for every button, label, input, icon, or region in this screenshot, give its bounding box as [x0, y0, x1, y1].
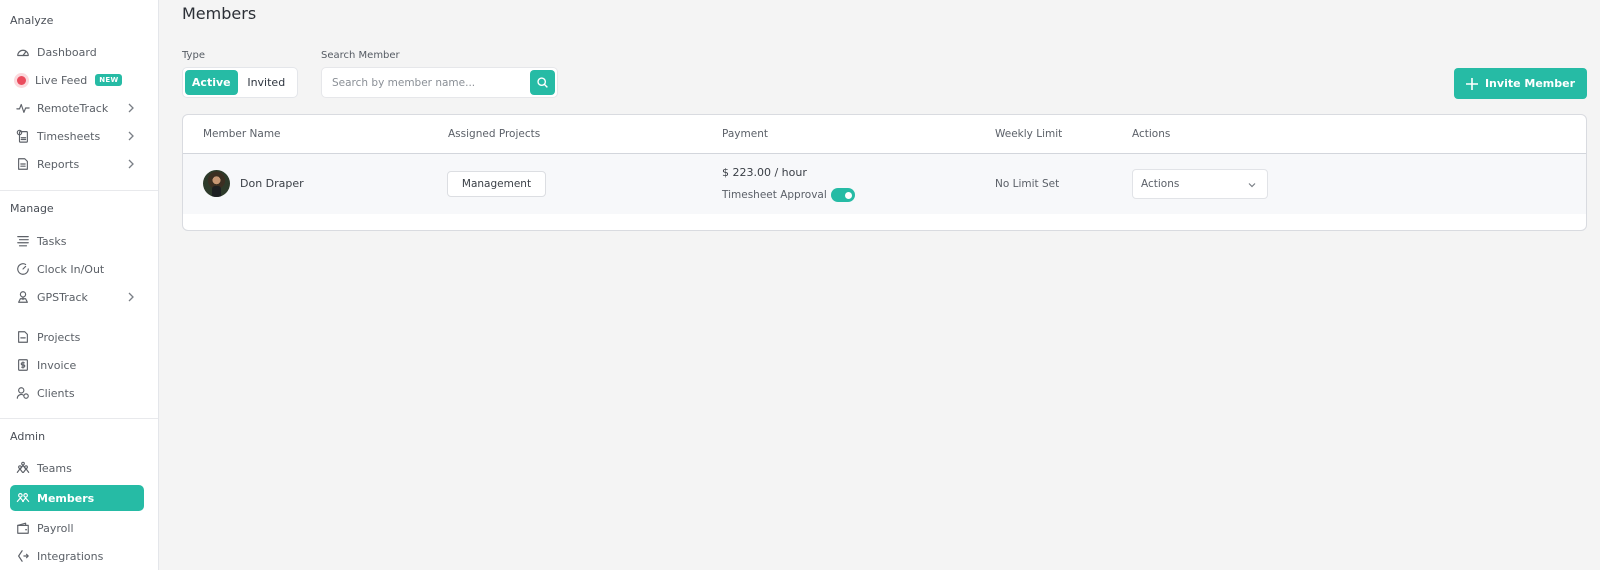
search-box [321, 67, 558, 98]
timesheet-approval-label: Timesheet Approval [722, 189, 827, 201]
sidebar-divider [0, 418, 158, 419]
plus-icon [1465, 77, 1478, 90]
type-active-button[interactable]: Active [185, 70, 238, 95]
sidebar-item-teams[interactable]: Teams [10, 455, 144, 481]
type-toggle: Active Invited [182, 67, 298, 98]
column-header-member-name: Member Name [203, 128, 281, 140]
report-icon [15, 156, 31, 172]
column-header-actions: Actions [1132, 128, 1171, 140]
sidebar-item-reports[interactable]: Reports [10, 151, 144, 177]
sidebar-item-label: Teams [37, 461, 72, 475]
gauge-icon [15, 44, 31, 60]
sidebar-item-label: Timesheets [37, 129, 101, 143]
table-row: Don Draper Management $ 223.00 / hour Ti… [183, 154, 1586, 214]
sidebar-item-label: Members [37, 491, 95, 505]
chevron-right-icon [126, 130, 136, 142]
sidebar-item-payroll[interactable]: Payroll [10, 515, 144, 541]
sidebar-item-label: Live Feed [35, 73, 88, 87]
timesheet-icon [15, 128, 31, 144]
new-badge: NEW [95, 74, 123, 86]
search-label: Search Member [321, 50, 400, 61]
sidebar-item-clients[interactable]: Clients [10, 380, 144, 406]
sidebar-item-invoice[interactable]: Invoice [10, 352, 144, 378]
sidebar-item-members[interactable]: Members [10, 485, 144, 511]
integrations-icon [15, 548, 31, 564]
column-header-payment: Payment [722, 128, 768, 140]
avatar [203, 170, 230, 197]
sidebar-item-label: Reports [37, 157, 80, 171]
sidebar-item-label: Tasks [37, 234, 67, 248]
chevron-right-icon [126, 291, 136, 303]
live-dot-icon [17, 75, 26, 85]
teams-icon [15, 460, 31, 476]
wallet-icon [15, 520, 31, 536]
sidebar-item-clock-in-out[interactable]: Clock In/Out [10, 256, 144, 282]
member-name[interactable]: Don Draper [240, 177, 304, 190]
sidebar-item-label: RemoteTrack [37, 101, 109, 115]
map-pin-icon [15, 289, 31, 305]
project-icon [15, 329, 31, 345]
members-table: Member Name Assigned Projects Payment We… [182, 114, 1587, 231]
members-icon [15, 490, 31, 506]
sidebar-item-label: Integrations [37, 549, 104, 563]
clients-icon [15, 385, 31, 401]
sidebar-item-timesheets[interactable]: Timesheets [10, 123, 144, 149]
sidebar-item-live-feed[interactable]: Live Feed NEW [10, 67, 144, 93]
sidebar: Analyze Dashboard Live Feed NEW RemoteTr… [0, 0, 159, 570]
invoice-icon [15, 357, 31, 373]
timesheet-approval-toggle[interactable] [831, 188, 855, 202]
page-title: Members [182, 4, 257, 23]
sidebar-divider [0, 190, 158, 191]
invite-member-label: Invite Member [1484, 77, 1576, 90]
tasks-icon [15, 233, 31, 249]
sidebar-item-label: Payroll [37, 521, 74, 535]
sidebar-item-dashboard[interactable]: Dashboard [10, 39, 144, 65]
payment-rate: $ 223.00 / hour [722, 166, 807, 179]
section-title-admin: Admin [10, 430, 46, 443]
weekly-limit: No Limit Set [995, 178, 1060, 190]
project-chip[interactable]: Management [447, 171, 546, 197]
sidebar-item-label: GPSTrack [37, 290, 88, 304]
search-input[interactable] [323, 69, 528, 96]
type-invited-button[interactable]: Invited [238, 70, 295, 95]
search-icon [537, 77, 548, 88]
sidebar-item-integrations[interactable]: Integrations [10, 543, 144, 569]
sidebar-item-gpstrack[interactable]: GPSTrack [10, 284, 144, 310]
section-title-analyze: Analyze [10, 14, 54, 27]
invite-member-button[interactable]: Invite Member [1454, 68, 1587, 99]
type-label: Type [182, 50, 205, 61]
sidebar-item-label: Invoice [37, 358, 77, 372]
search-button[interactable] [530, 70, 555, 95]
section-title-manage: Manage [10, 202, 54, 215]
sidebar-item-tasks[interactable]: Tasks [10, 228, 144, 254]
chevron-right-icon [126, 102, 136, 114]
sidebar-item-remotetrack[interactable]: RemoteTrack [10, 95, 144, 121]
sidebar-item-label: Dashboard [37, 45, 97, 59]
chevron-right-icon [126, 158, 136, 170]
actions-dropdown-label: Actions [1141, 178, 1180, 190]
actions-dropdown[interactable]: Actions [1132, 169, 1268, 199]
sidebar-item-projects[interactable]: Projects [10, 324, 144, 350]
column-header-weekly-limit: Weekly Limit [995, 128, 1063, 140]
table-header: Member Name Assigned Projects Payment We… [183, 115, 1586, 154]
sidebar-item-label: Projects [37, 330, 81, 344]
clock-icon [15, 261, 31, 277]
main-content: Members Type Active Invited Search Membe… [160, 0, 1600, 570]
column-header-assigned-projects: Assigned Projects [448, 128, 541, 140]
pulse-icon [15, 100, 31, 116]
sidebar-item-label: Clients [37, 386, 75, 400]
sidebar-item-label: Clock In/Out [37, 262, 105, 276]
chevron-down-icon [1248, 183, 1256, 188]
